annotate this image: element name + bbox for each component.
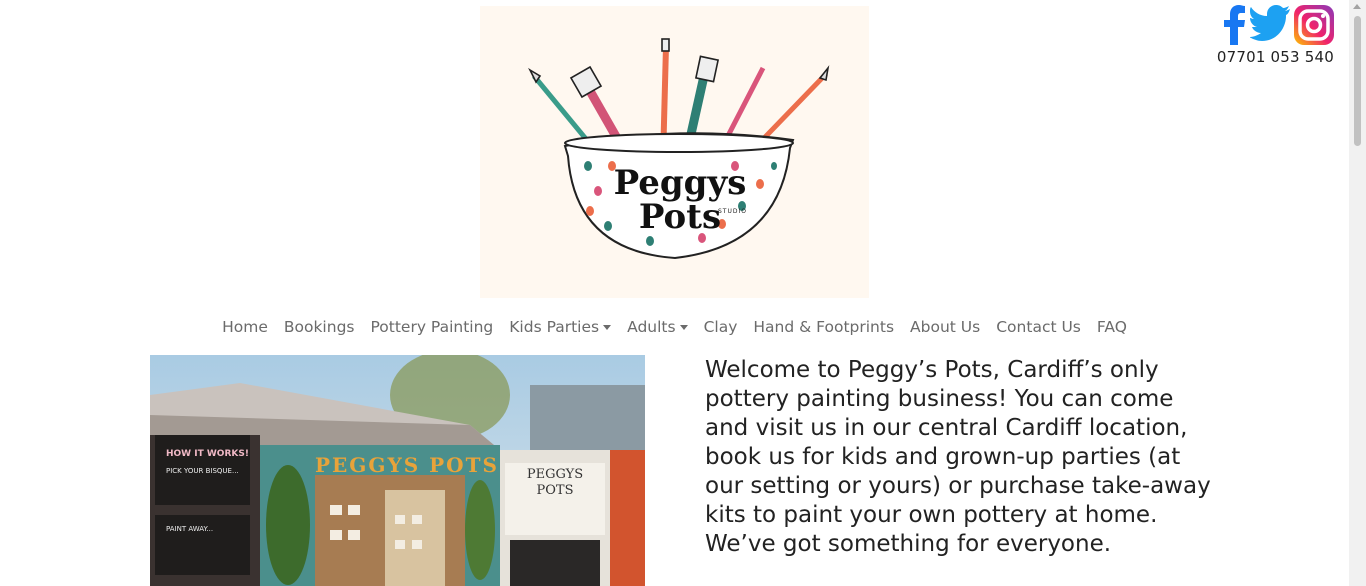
nav-label: Kids Parties (509, 318, 600, 336)
nav-label: Contact Us (996, 318, 1081, 336)
nav-item-adults[interactable]: Adults (619, 318, 695, 336)
scroll-up-icon[interactable] (1353, 4, 1361, 9)
chalkboard-step-1: PICK YOUR BISQUE... (166, 467, 239, 475)
page-scrollbar[interactable] (1349, 0, 1366, 586)
logo-studio-label: STUDIO (718, 208, 747, 215)
logo-illustration (528, 38, 830, 260)
phone-number[interactable]: 07701 053 540 (1217, 48, 1334, 66)
nav-label: Clay (703, 318, 738, 336)
nav-label: Bookings (283, 318, 355, 336)
nav-label: About Us (910, 318, 981, 336)
nav-item-hand-footprints[interactable]: Hand & Footprints (745, 318, 902, 336)
nav-item-about-us[interactable]: About Us (902, 318, 988, 336)
shop-sign: PEGGYS POTS (315, 453, 499, 477)
main-nav: Home Bookings Pottery Painting Kids Part… (0, 318, 1349, 336)
site-logo[interactable]: Peggys Pots STUDIO (480, 6, 869, 298)
chalkboard-title: HOW IT WORKS! (166, 449, 249, 459)
shop-photo: PEGGYS POTS HOW IT WORKS! PICK YOUR BISQ… (150, 355, 645, 586)
chalkboard-step-2: PAINT AWAY... (166, 525, 214, 533)
nav-label: Hand & Footprints (753, 318, 895, 336)
poster-title: PEGGYS POTS (526, 467, 584, 498)
nav-item-clay[interactable]: Clay (696, 318, 746, 336)
nav-item-kids-parties[interactable]: Kids Parties (501, 318, 619, 336)
nav-item-home[interactable]: Home (214, 318, 276, 336)
nav-item-bookings[interactable]: Bookings (276, 318, 363, 336)
nav-label: FAQ (1096, 318, 1127, 336)
instagram-icon[interactable] (1294, 5, 1334, 45)
nav-label: Pottery Painting (370, 318, 494, 336)
nav-label: Adults (627, 318, 676, 336)
chevron-down-icon (603, 324, 612, 330)
facebook-icon[interactable] (1222, 5, 1246, 45)
scrollbar-thumb[interactable] (1354, 16, 1361, 146)
social-links (1222, 5, 1334, 45)
nav-item-pottery-painting[interactable]: Pottery Painting (362, 318, 501, 336)
chevron-down-icon (679, 324, 688, 330)
twitter-icon[interactable] (1250, 5, 1290, 41)
logo-brand-line1: Peggys (613, 163, 747, 203)
nav-label: Home (222, 318, 268, 336)
logo-brand-line2: Pots (638, 197, 722, 237)
nav-item-faq[interactable]: FAQ (1089, 318, 1135, 336)
nav-item-contact-us[interactable]: Contact Us (988, 318, 1089, 336)
welcome-text: Welcome to Peggy’s Pots, Cardiff’s only … (705, 357, 1211, 557)
